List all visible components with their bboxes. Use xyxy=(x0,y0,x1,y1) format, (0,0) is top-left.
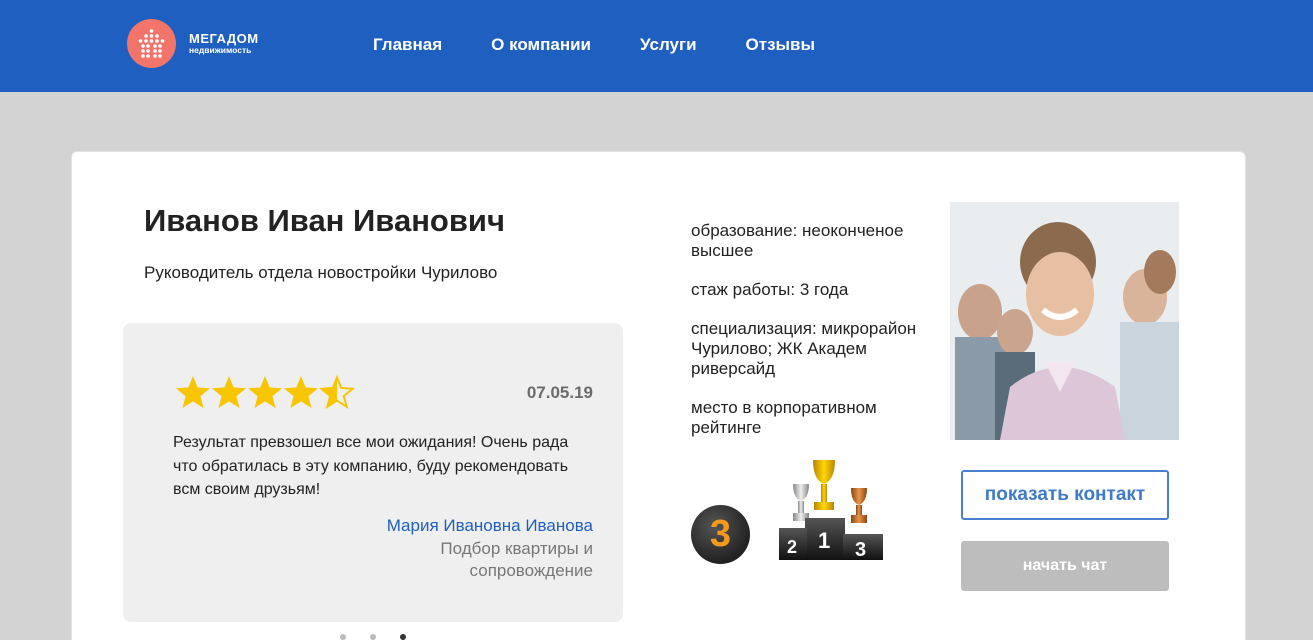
rating-stars xyxy=(175,375,355,409)
nav-item-reviews[interactable]: Отзывы xyxy=(746,35,816,55)
info-experience: стаж работы: 3 года xyxy=(691,280,849,299)
review-text: Результат превзошел все мои ожидания! Оч… xyxy=(173,434,569,498)
review-service: Подбор квартиры и сопровождение xyxy=(440,539,593,580)
info-rating-label: место в корпоративном рейтинге xyxy=(691,398,877,437)
company-logo[interactable]: МЕГАДОМ недвижимость xyxy=(127,19,259,68)
show-contact-button[interactable]: показать контакт xyxy=(961,470,1169,520)
podium-label-2: 2 xyxy=(787,537,797,557)
agent-profile-card: Иванов Иван Иванович Руководитель отдела… xyxy=(71,151,1246,640)
agent-first-middle-name: Иван Иванович xyxy=(267,203,505,238)
carousel-dot[interactable] xyxy=(340,634,346,640)
agent-position: Руководитель отдела новостройки Чурилово xyxy=(144,263,498,282)
carousel-dot[interactable] xyxy=(370,634,376,640)
review-date: 07.05.19 xyxy=(526,383,593,402)
nav-item-services[interactable]: Услуги xyxy=(640,35,697,55)
star-full-icon xyxy=(212,376,246,408)
start-chat-button[interactable]: начать чат xyxy=(961,541,1169,591)
rank-value: 3 xyxy=(709,513,732,555)
podium-label-3: 3 xyxy=(855,539,866,561)
star-full-icon xyxy=(176,376,210,408)
rank-badge: 3 xyxy=(691,505,750,564)
carousel-dots xyxy=(340,634,430,640)
review-author[interactable]: Мария Ивановна Иванова xyxy=(387,516,593,536)
logo-tagline: недвижимость xyxy=(189,45,252,56)
nav-item-home[interactable]: Главная xyxy=(373,35,442,55)
logo-text: МЕГАДОМ недвижимость xyxy=(189,32,259,55)
agent-last-name: Иванов xyxy=(144,203,259,238)
agent-info: образование: неоконченое высшее стаж раб… xyxy=(691,221,921,457)
info-specialization: специализация: микрорайон Чурилово; ЖК А… xyxy=(691,319,917,378)
info-education: образование: неоконченое высшее xyxy=(691,221,904,260)
nav-item-about[interactable]: О компании xyxy=(491,35,591,55)
review-card: 07.05.19 Результат превзошел все мои ожи… xyxy=(123,323,623,622)
star-full-icon xyxy=(284,376,318,408)
main-nav: Главная О компании Услуги Отзывы xyxy=(373,35,864,55)
star-half-icon xyxy=(319,375,355,409)
top-navigation-bar: МЕГАДОМ недвижимость Главная О компании … xyxy=(0,0,1313,92)
logo-icon xyxy=(127,19,176,68)
star-full-icon xyxy=(248,376,282,408)
podium-trophies-image: 2 1 3 xyxy=(751,460,913,568)
agent-photo xyxy=(950,202,1179,440)
podium-label-1: 1 xyxy=(818,528,830,553)
agent-name: Иванов Иван Иванович xyxy=(144,203,505,239)
logo-brand: МЕГАДОМ xyxy=(189,31,259,47)
carousel-dot-active[interactable] xyxy=(400,634,406,640)
